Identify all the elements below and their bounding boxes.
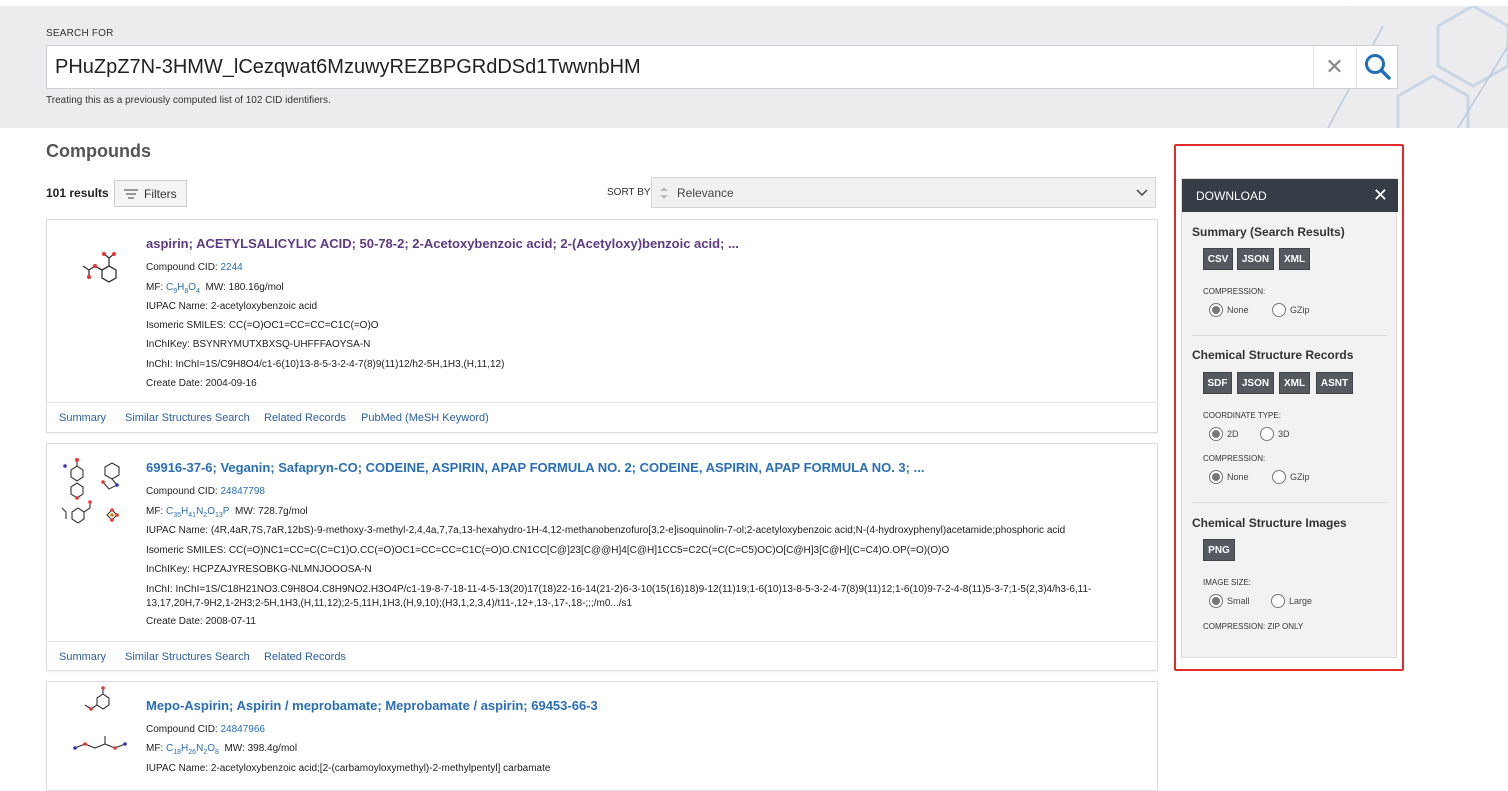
- mw-value: MW: 398.4g/mol: [224, 743, 298, 754]
- compound-mf: MF: C9H8O4 MW: 180.16g/mol: [146, 282, 284, 295]
- structure-thumbnail[interactable]: [57, 230, 137, 310]
- compound-iupac: IUPAC Name: 2-acetyloxybenzoic acid: [146, 301, 318, 312]
- compound-inchi: InChI: InChI=1S/C9H8O4/c1-6(10)13-8-5-3-…: [146, 359, 505, 370]
- csv-button[interactable]: CSV: [1203, 248, 1233, 270]
- divider: [1192, 502, 1387, 503]
- compound-create-date: Create Date: 2008-07-11: [146, 616, 256, 627]
- compression-label: COMPRESSION:: [1203, 287, 1266, 296]
- search-input[interactable]: PHuZpZ7N-3HMW_lCezqwat6MzuwyREZBPGRdDSd1…: [55, 56, 641, 79]
- results-count: 101 results: [46, 186, 109, 200]
- zip-only-note: COMPRESSION: ZIP ONLY: [1203, 622, 1304, 631]
- cid-label: Compound CID:: [146, 262, 218, 273]
- compression-label: COMPRESSION:: [1203, 454, 1266, 463]
- mf-link[interactable]: C18H26N2O8: [166, 743, 219, 756]
- compound-title-link[interactable]: Mepo-Aspirin; Aspirin / meprobamate; Mep…: [146, 698, 598, 713]
- compound-mf: MF: C18H26N2O8 MW: 398.4g/mol: [146, 743, 298, 756]
- coord-3d-radio[interactable]: 3D: [1260, 427, 1290, 441]
- filters-label: Filters: [144, 186, 177, 201]
- xml-button[interactable]: XML: [1279, 372, 1310, 394]
- compound-iupac: IUPAC Name: (4R,4aR,7S,7aR,12bS)-9-metho…: [146, 525, 1066, 536]
- compound-iupac: IUPAC Name: 2-acetyloxybenzoic acid;[2-(…: [146, 763, 551, 774]
- size-large-radio[interactable]: Large: [1271, 594, 1312, 608]
- structure-thumbnail[interactable]: [57, 686, 137, 766]
- search-banner: SEARCH FOR PHuZpZ7N-3HMW_lCezqwat6MzuwyR…: [0, 6, 1508, 128]
- json-button[interactable]: JSON: [1237, 372, 1274, 394]
- compound-card: 69916-37-6; Veganin; Safapryn-CO; CODEIN…: [46, 443, 1158, 671]
- chevron-down-icon: [1136, 189, 1148, 197]
- compression-none-radio[interactable]: None: [1209, 470, 1249, 484]
- compound-inchikey: InChIKey: HCPZAJYRESOBKG-NLMNJOOOSA-N: [146, 564, 372, 575]
- download-panel: DOWNLOAD ✕ Summary (Search Results) CSV …: [1181, 178, 1398, 658]
- compound-card: aspirin; ACETYLSALICYLIC ACID; 50-78-2; …: [46, 219, 1158, 433]
- related-records-link[interactable]: Related Records: [264, 412, 346, 424]
- compression-none-radio[interactable]: None: [1209, 303, 1249, 317]
- compound-smiles: Isomeric SMILES: CC(=O)OC1=CC=CC=C1C(=O)…: [146, 320, 379, 331]
- filter-icon: [124, 188, 138, 199]
- structure-thumbnail[interactable]: [57, 452, 137, 532]
- sort-label: SORT BY: [607, 187, 651, 198]
- compound-mf: MF: C35H41N2O13P MW: 728.7g/mol: [146, 506, 308, 519]
- page-title: Compounds: [46, 141, 151, 161]
- mf-link[interactable]: C9H8O4: [166, 282, 200, 295]
- compression-gzip-radio[interactable]: GZip: [1272, 303, 1310, 317]
- filters-button[interactable]: Filters: [114, 180, 187, 207]
- similar-structures-link[interactable]: Similar Structures Search: [125, 651, 250, 663]
- compound-inchi: InChI: InChI=1S/C18H21NO3.C9H8O4.C8H9NO2…: [146, 584, 1092, 595]
- compound-smiles: Isomeric SMILES: CC(=O)NC1=CC=C(C=C1)O.C…: [146, 545, 950, 556]
- coord-2d-radio[interactable]: 2D: [1209, 427, 1239, 441]
- close-icon[interactable]: ✕: [1373, 185, 1388, 206]
- compound-card: Mepo-Aspirin; Aspirin / meprobamate; Mep…: [46, 681, 1158, 791]
- search-button[interactable]: [1356, 46, 1398, 88]
- compound-cid: Compound CID: 24847798: [146, 486, 265, 497]
- compound-create-date: Create Date: 2004-09-16: [146, 378, 257, 389]
- cid-link[interactable]: 24847966: [220, 724, 265, 735]
- pubmed-link[interactable]: PubMed (MeSH Keyword): [361, 412, 489, 424]
- compression-gzip-radio[interactable]: GZip: [1272, 470, 1310, 484]
- json-button[interactable]: JSON: [1237, 248, 1274, 270]
- compound-title-link[interactable]: 69916-37-6; Veganin; Safapryn-CO; CODEIN…: [146, 460, 924, 475]
- search-note: Treating this as a previously computed l…: [46, 95, 331, 106]
- mf-label: MF:: [146, 282, 164, 293]
- asnt-button[interactable]: ASNT: [1316, 372, 1353, 394]
- cid-link[interactable]: 2244: [220, 262, 242, 273]
- xml-button[interactable]: XML: [1279, 248, 1310, 270]
- mw-value: MW: 728.7g/mol: [235, 506, 308, 517]
- mw-value: MW: 180.16g/mol: [205, 282, 284, 293]
- png-button[interactable]: PNG: [1203, 539, 1235, 561]
- compound-cid: Compound CID: 2244: [146, 262, 243, 273]
- image-size-label: IMAGE SIZE:: [1203, 578, 1252, 587]
- search-icon: [1364, 54, 1391, 80]
- search-box[interactable]: PHuZpZ7N-3HMW_lCezqwat6MzuwyREZBPGRdDSd1…: [46, 45, 1398, 89]
- compound-links: Summary Similar Structures Search Relate…: [47, 641, 1157, 671]
- search-label: SEARCH FOR: [46, 28, 114, 39]
- records-section-title: Chemical Structure Records: [1192, 348, 1354, 362]
- compound-inchi-continued: 13,17,20H,7-9H2,1-2H3;2-5H,1H3,(H,11,12)…: [146, 598, 633, 609]
- summary-section-title: Summary (Search Results): [1192, 225, 1345, 239]
- clear-search-button[interactable]: ✕: [1313, 46, 1355, 88]
- divider: [1192, 335, 1387, 336]
- sdf-button[interactable]: SDF: [1203, 372, 1232, 394]
- sort-arrows-icon: [660, 187, 668, 199]
- coordinate-type-label: COORDINATE TYPE:: [1203, 411, 1281, 420]
- similar-structures-link[interactable]: Similar Structures Search: [125, 412, 250, 424]
- sort-value: Relevance: [677, 186, 734, 200]
- close-icon: ✕: [1325, 54, 1344, 79]
- download-header: DOWNLOAD ✕: [1182, 179, 1398, 212]
- mf-link[interactable]: C35H41N2O13P: [166, 506, 229, 519]
- compound-links: Summary Similar Structures Search Relate…: [47, 402, 1157, 432]
- summary-link[interactable]: Summary: [59, 412, 106, 424]
- size-small-radio[interactable]: Small: [1209, 594, 1250, 608]
- compound-title-link[interactable]: aspirin; ACETYLSALICYLIC ACID; 50-78-2; …: [146, 236, 739, 251]
- compound-inchikey: InChIKey: BSYNRYMUTXBXSQ-UHFFFAOYSA-N: [146, 339, 371, 350]
- compound-cid: Compound CID: 24847966: [146, 724, 265, 735]
- images-section-title: Chemical Structure Images: [1192, 516, 1347, 530]
- cid-link[interactable]: 24847798: [220, 486, 265, 497]
- related-records-link[interactable]: Related Records: [264, 651, 346, 663]
- download-title: DOWNLOAD: [1196, 189, 1267, 203]
- sort-select[interactable]: Relevance: [651, 177, 1156, 208]
- summary-link[interactable]: Summary: [59, 651, 106, 663]
